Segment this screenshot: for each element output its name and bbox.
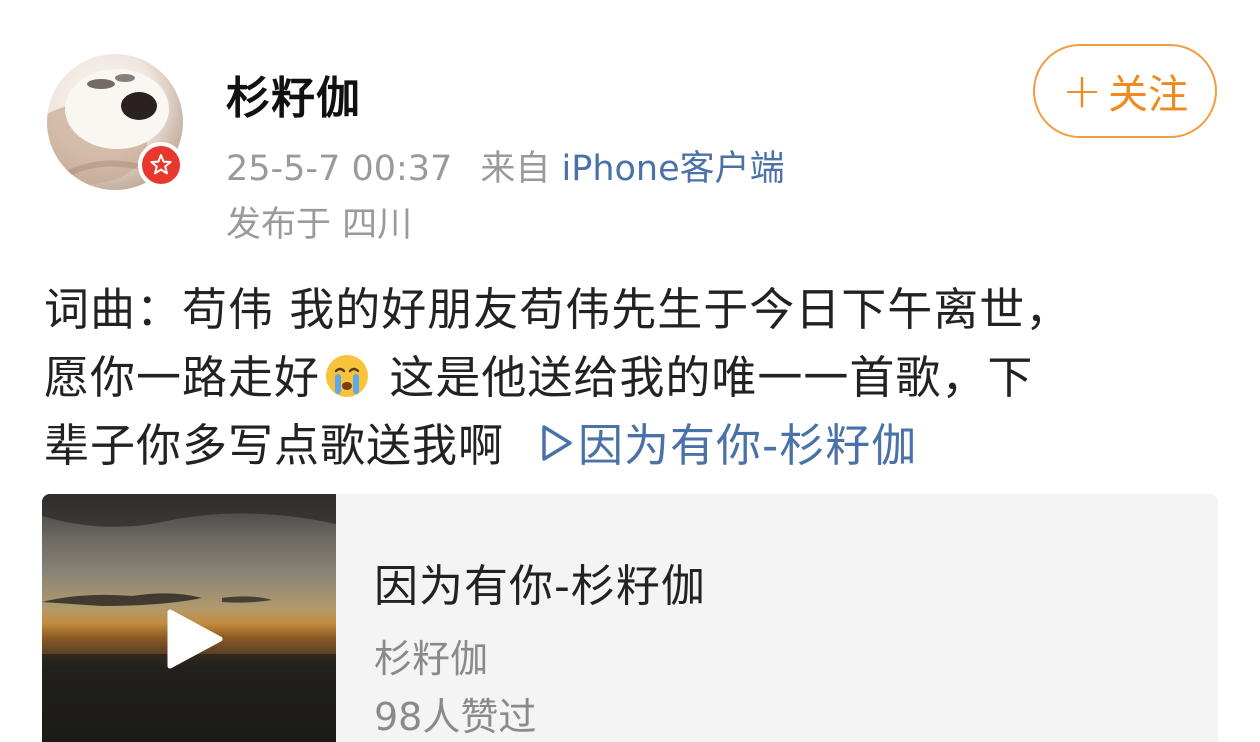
music-link-text: 因为有你-杉籽伽 xyxy=(578,419,918,472)
follow-label: 关注 xyxy=(1108,72,1189,118)
song-artist: 杉籽伽 xyxy=(374,637,489,681)
music-card[interactable]: 因为有你-杉籽伽 杉籽伽 98人赞过 xyxy=(42,494,1218,742)
content-line-1: 词曲：苟伟 我的好朋友苟伟先生于今日下午离世， xyxy=(44,283,1072,336)
content-line-3: 辈子你多写点歌送我啊 因为有你-杉籽伽 xyxy=(44,412,1234,480)
play-icon[interactable] xyxy=(166,608,224,670)
follow-button[interactable]: + 关注 xyxy=(1033,44,1217,138)
post-location: 发布于 四川 xyxy=(226,205,413,245)
music-cover[interactable] xyxy=(42,494,336,742)
source-prefix: 来自 xyxy=(480,149,551,189)
play-triangle-icon xyxy=(542,425,572,461)
post-meta: 25-5-7 00:37 来自 iPhone客户端 xyxy=(226,140,785,191)
verified-badge-icon xyxy=(138,142,184,188)
content-line-2: 愿你一路走好 这是他送给我的唯一一首歌，下 xyxy=(44,344,1234,412)
post-timestamp: 25-5-7 00:37 xyxy=(226,149,453,189)
post-source[interactable]: iPhone客户端 xyxy=(561,149,784,189)
weibo-post: 杉籽伽 25-5-7 00:37 来自 iPhone客户端 发布于 四川 + 关注… xyxy=(0,0,1260,742)
author-name[interactable]: 杉籽伽 xyxy=(226,62,361,126)
crying-emoji-icon xyxy=(326,355,369,397)
plus-icon: + xyxy=(1061,63,1103,119)
music-link[interactable]: 因为有你-杉籽伽 xyxy=(540,419,917,472)
post-content: 词曲：苟伟 我的好朋友苟伟先生于今日下午离世， 愿你一路走好 这是他送给我的唯一… xyxy=(44,276,1234,480)
content-line-2-end: 这是他送给我的唯一一首歌，下 xyxy=(374,351,1034,404)
song-title[interactable]: 因为有你-杉籽伽 xyxy=(374,550,706,614)
song-likes: 98人赞过 xyxy=(374,695,537,739)
content-line-3-text: 辈子你多写点歌送我啊 xyxy=(44,419,505,472)
content-line-2-start: 愿你一路走好 xyxy=(44,351,321,404)
